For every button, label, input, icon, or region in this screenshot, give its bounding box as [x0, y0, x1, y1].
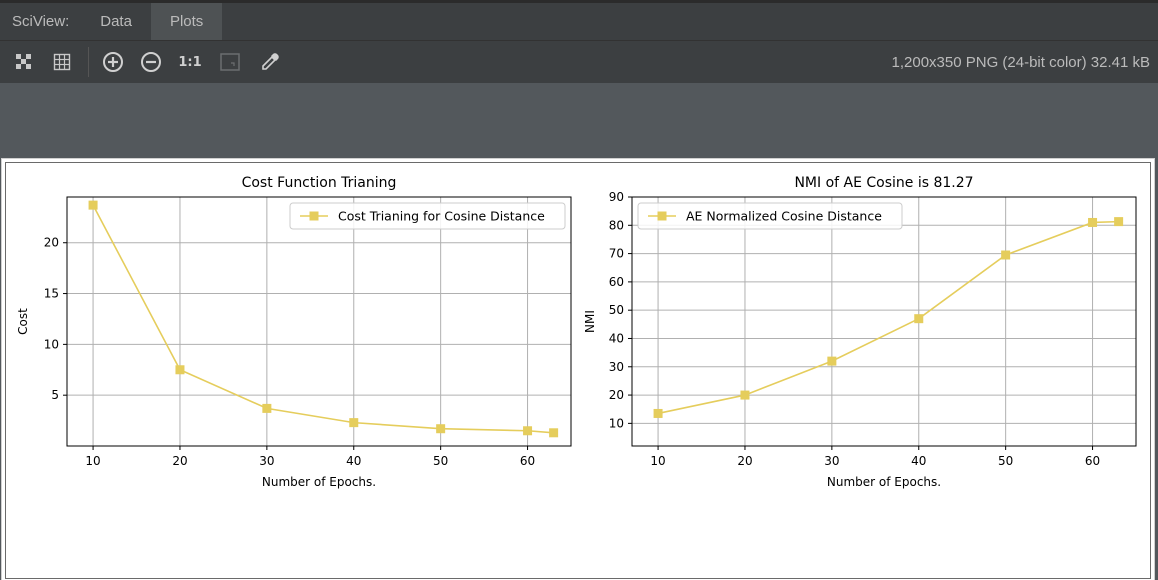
data-point: [262, 403, 272, 413]
actual-size-button[interactable]: 1:1: [177, 49, 203, 75]
legend-marker: [657, 211, 667, 221]
y-tick-label: 70: [609, 247, 624, 261]
data-point: [436, 424, 446, 434]
tab-bar: SciView: Data Plots: [0, 0, 1158, 40]
zoom-out-icon: [141, 52, 161, 72]
x-axis-label: Number of Epochs.: [262, 475, 376, 489]
image-viewer[interactable]: 10 20 30 40 50 60 5 10 15 20 Cost Function Trianin…: [0, 83, 1158, 580]
legend-marker: [309, 211, 319, 221]
toolbar-separator: [88, 47, 89, 77]
grid-button[interactable]: [49, 49, 75, 75]
y-axis-label: Cost: [16, 308, 30, 335]
x-tick-label: 10: [85, 454, 100, 468]
legend: AE Normalized Cosine Distance: [637, 202, 903, 230]
x-tick-label: 50: [433, 454, 448, 468]
image-frame: 10 20 30 40 50 60 5 10 15 20 Cost Function Trianin…: [1, 158, 1155, 580]
legend-label: Cost Trianing for Cosine Distance: [338, 209, 545, 224]
app-label: SciView:: [12, 13, 70, 30]
zoom-out-button[interactable]: [138, 49, 164, 75]
x-tick-label: 20: [737, 454, 752, 468]
data-point: [88, 200, 98, 210]
y-axis-label: NMI: [583, 310, 597, 333]
x-tick-label: 20: [172, 454, 187, 468]
y-tick-label: 5: [51, 388, 59, 402]
data-point: [523, 426, 533, 436]
data-point: [653, 408, 663, 418]
y-tick-label: 40: [609, 331, 624, 345]
y-tick-label: 90: [609, 190, 624, 204]
x-tick-label: 30: [259, 454, 274, 468]
y-tick-label: 20: [44, 236, 59, 250]
image-toolbar: 1:1 1,200x350 PNG (24-bit color) 32.41 k…: [0, 40, 1158, 83]
grid-icon: [53, 53, 71, 71]
plot-image: 10 20 30 40 50 60 5 10 15 20 Cost Function Trianin…: [5, 162, 1151, 579]
fit-button[interactable]: [217, 49, 243, 75]
series-line: [92, 204, 554, 434]
tab-data[interactable]: Data: [81, 3, 151, 40]
series-line: [657, 220, 1119, 415]
image-info: 1,200x350 PNG (24-bit color) 32.41 kB: [891, 54, 1150, 71]
x-tick-label: 40: [346, 454, 361, 468]
data-point: [827, 356, 837, 366]
y-tick-label: 20: [609, 388, 624, 402]
zoom-in-icon: [103, 52, 123, 72]
chart-title: Cost Function Trianing: [242, 175, 397, 191]
color-picker-button[interactable]: [257, 49, 283, 75]
data-point: [740, 390, 750, 400]
y-tick-label: 50: [609, 303, 624, 317]
data-point: [1114, 217, 1124, 227]
chart-1: 10 20 30 40 50 60 5 10 15 20 Cost Function Trianin…: [16, 175, 572, 489]
fit-icon: [220, 53, 240, 71]
data-point: [349, 418, 359, 428]
x-tick-label: 10: [650, 454, 665, 468]
x-tick-label: 60: [1085, 454, 1100, 468]
tab-plots[interactable]: Plots: [150, 3, 223, 40]
y-tick-label: 60: [609, 275, 624, 289]
x-tick-label: 40: [911, 454, 926, 468]
y-tick-label: 10: [44, 337, 59, 351]
legend-label: AE Normalized Cosine Distance: [686, 209, 882, 224]
data-point: [1001, 250, 1011, 260]
chart-title: NMI of AE Cosine is 81.27: [794, 175, 973, 191]
y-tick-label: 30: [609, 360, 624, 374]
checkerboard-button[interactable]: [11, 49, 37, 75]
data-point: [1088, 217, 1098, 227]
data-point: [175, 365, 185, 375]
x-tick-label: 60: [520, 454, 535, 468]
chart-2: 10 20 30 40 50 60 10 20 30 40 50 60 70 80 90 NMI of AE …: [583, 175, 1137, 489]
checkerboard-icon: [16, 54, 31, 69]
x-tick-label: 30: [824, 454, 839, 468]
zoom-in-button[interactable]: [100, 49, 126, 75]
plot-frame: [66, 196, 572, 447]
y-tick-label: 15: [44, 287, 59, 301]
legend: Cost Trianing for Cosine Distance: [289, 202, 566, 230]
y-tick-label: 10: [609, 416, 624, 430]
x-tick-label: 50: [998, 454, 1013, 468]
color-picker-icon: [262, 53, 279, 70]
plots-svg: 10 20 30 40 50 60 5 10 15 20 Cost Function Trianin…: [16, 175, 1137, 489]
data-point: [549, 428, 559, 438]
actual-size-icon: 1:1: [178, 54, 202, 70]
y-tick-label: 80: [609, 218, 624, 232]
data-point: [914, 314, 924, 324]
x-axis-label: Number of Epochs.: [827, 475, 941, 489]
